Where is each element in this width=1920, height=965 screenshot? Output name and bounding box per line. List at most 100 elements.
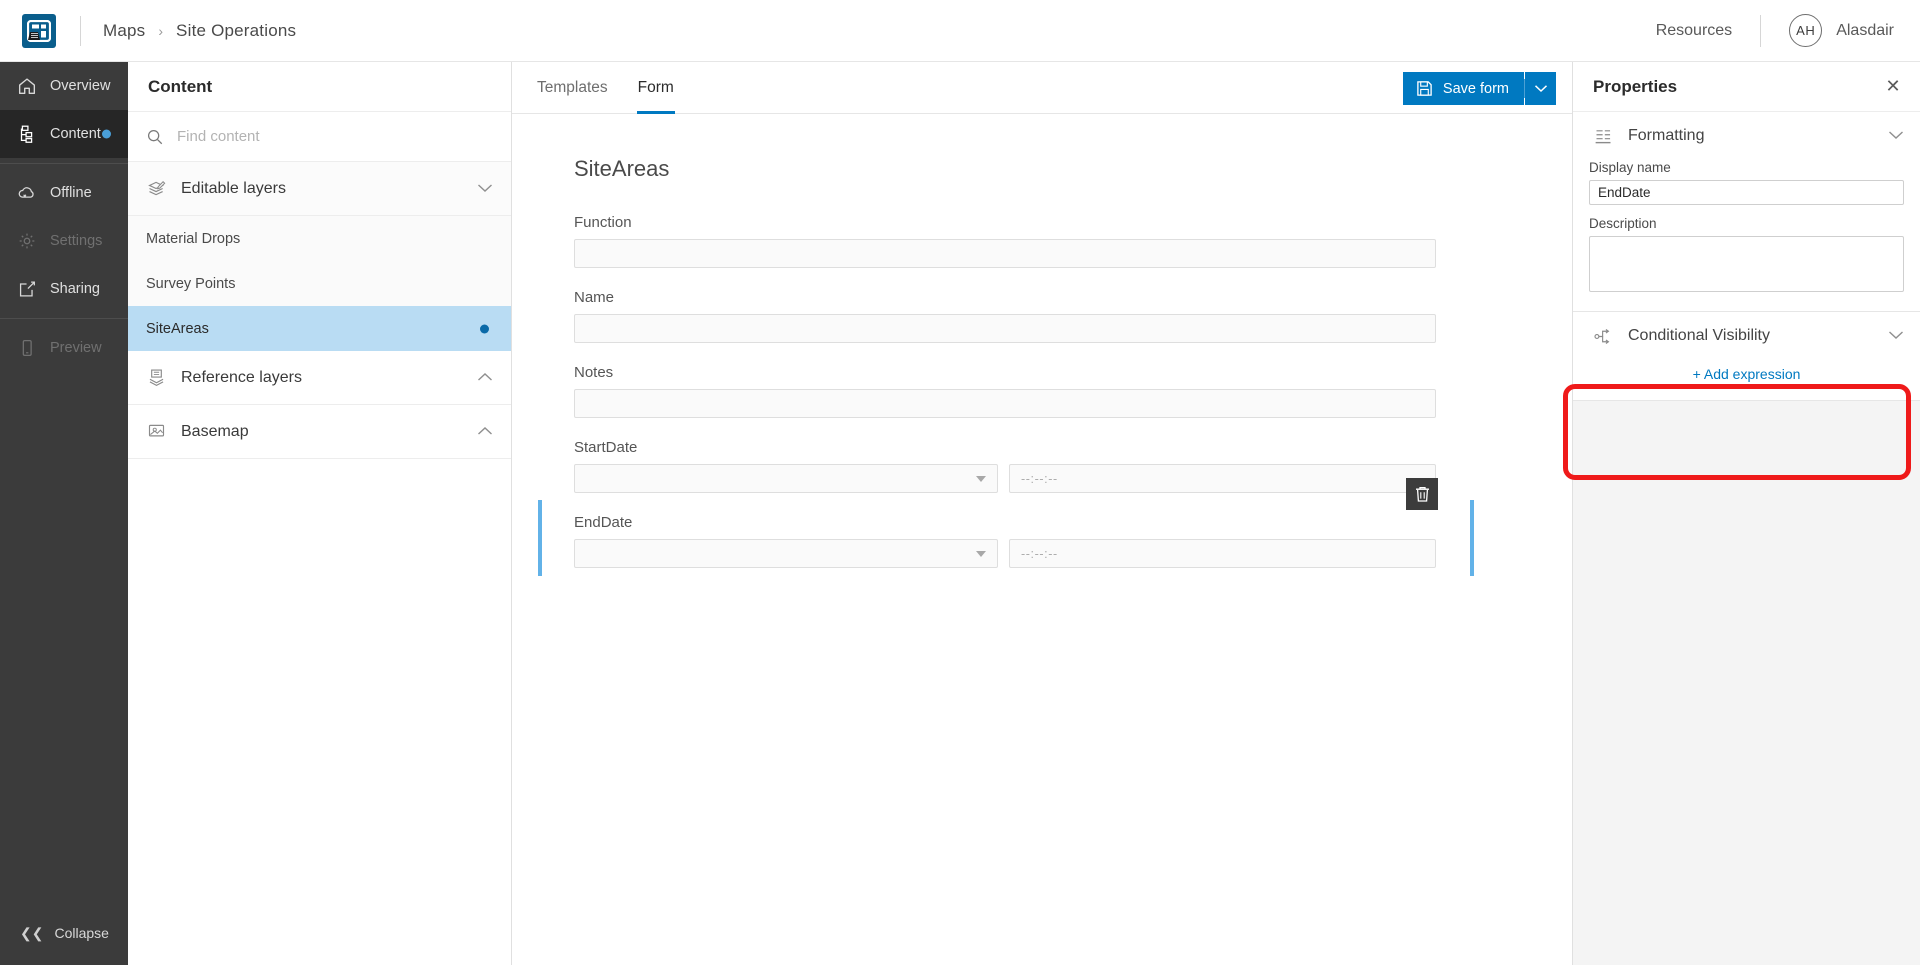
layer-item-siteareas[interactable]: SiteAreas bbox=[128, 306, 511, 351]
chevron-down-icon[interactable] bbox=[1888, 127, 1904, 145]
breadcrumb-separator-icon: › bbox=[158, 22, 164, 39]
chevron-down-icon bbox=[976, 550, 986, 557]
collapse-label: Collapse bbox=[54, 925, 109, 941]
conditional-visibility-section-header[interactable]: Conditional Visibility bbox=[1573, 312, 1920, 360]
enddate-date-select[interactable] bbox=[574, 539, 998, 568]
tab-templates[interactable]: Templates bbox=[522, 62, 623, 114]
sidebar-item-label: Offline bbox=[50, 185, 92, 201]
chevron-down-icon[interactable] bbox=[477, 180, 493, 198]
layer-item-material-drops[interactable]: Material Drops bbox=[128, 216, 511, 261]
breadcrumb-current[interactable]: Site Operations bbox=[176, 21, 296, 41]
notes-input[interactable] bbox=[574, 389, 1436, 418]
user-name[interactable]: Alasdair bbox=[1836, 22, 1894, 40]
function-input[interactable] bbox=[574, 239, 1436, 268]
field-label: Notes bbox=[574, 364, 614, 381]
form-canvas: SiteAreas Function Name Notes StartDate bbox=[512, 114, 1572, 576]
chevron-up-icon[interactable] bbox=[477, 423, 493, 441]
topbar-divider-2 bbox=[1760, 14, 1762, 47]
nav-divider-2 bbox=[0, 318, 128, 319]
properties-panel: Properties ✕ Formatting Display name End… bbox=[1563, 62, 1920, 965]
tab-bar: Templates Form Save form bbox=[512, 62, 1572, 114]
close-icon[interactable]: ✕ bbox=[1880, 74, 1906, 100]
save-form-dropdown-button[interactable] bbox=[1525, 72, 1556, 105]
formatting-icon bbox=[1595, 129, 1611, 143]
share-icon bbox=[19, 281, 35, 297]
properties-title: Properties bbox=[1593, 76, 1678, 96]
main-area: Templates Form Save form SiteAreas Funct… bbox=[512, 62, 1572, 965]
collapse-sidebar-button[interactable]: ❮❮ Collapse bbox=[0, 913, 128, 953]
app-logo[interactable] bbox=[22, 13, 56, 48]
resources-link[interactable]: Resources bbox=[1656, 22, 1732, 40]
name-input[interactable] bbox=[574, 314, 1436, 343]
mobile-preview-icon bbox=[22, 340, 32, 356]
sidebar-item-sharing[interactable]: Sharing bbox=[0, 265, 128, 313]
enddate-time-input[interactable]: --:--:-- bbox=[1009, 539, 1436, 568]
sidebar-item-preview: Preview bbox=[0, 324, 128, 372]
tab-form[interactable]: Form bbox=[623, 62, 689, 114]
chevron-down-icon bbox=[1534, 85, 1547, 93]
sidebar-item-offline[interactable]: Offline bbox=[0, 169, 128, 217]
form-title: SiteAreas bbox=[574, 156, 670, 181]
description-label: Description bbox=[1589, 216, 1657, 231]
section-label: Conditional Visibility bbox=[1628, 327, 1770, 344]
enddate-row: --:--:-- bbox=[574, 539, 1436, 568]
layer-label: Survey Points bbox=[146, 275, 236, 292]
nav-divider bbox=[0, 163, 128, 164]
form-field-notes: Notes bbox=[574, 364, 1436, 418]
properties-header: Properties ✕ bbox=[1573, 62, 1920, 112]
layer-item-survey-points[interactable]: Survey Points bbox=[128, 261, 511, 306]
group-label: Basemap bbox=[181, 422, 249, 440]
display-name-input[interactable] bbox=[1589, 180, 1904, 205]
startdate-time-input[interactable]: --:--:-- bbox=[1009, 464, 1436, 493]
group-reference-layers[interactable]: Reference layers bbox=[128, 351, 511, 405]
form-field-name: Name bbox=[574, 289, 1436, 343]
save-form-label: Save form bbox=[1442, 80, 1509, 97]
group-label: Editable layers bbox=[181, 179, 286, 197]
search-input[interactable] bbox=[177, 128, 493, 145]
sidebar-item-overview[interactable]: Overview bbox=[0, 62, 128, 110]
home-icon bbox=[18, 78, 36, 95]
sidebar-item-content[interactable]: Content bbox=[0, 110, 128, 158]
chevron-down-icon bbox=[976, 475, 986, 482]
description-field: Description bbox=[1573, 216, 1920, 297]
avatar[interactable]: AH bbox=[1789, 14, 1823, 47]
startdate-date-select[interactable] bbox=[574, 464, 998, 493]
delete-field-button[interactable] bbox=[1406, 478, 1438, 510]
chevron-double-left-icon: ❮❮ bbox=[20, 924, 44, 941]
sidebar-item-label: Overview bbox=[50, 78, 111, 94]
formatting-section-header[interactable]: Formatting bbox=[1573, 112, 1920, 160]
field-label: Function bbox=[574, 214, 632, 231]
form-field-function: Function bbox=[574, 214, 1436, 268]
content-panel: Content Editable layers Material Drops bbox=[128, 62, 512, 965]
cloud-offline-icon bbox=[18, 187, 34, 198]
basemap-icon bbox=[148, 424, 165, 437]
sidebar-item-label: Content bbox=[50, 126, 101, 142]
startdate-row: --:--:-- bbox=[574, 464, 1436, 493]
content-search-row bbox=[128, 112, 511, 162]
description-textarea[interactable] bbox=[1589, 236, 1904, 292]
conditional-visibility-icon bbox=[1594, 328, 1610, 344]
add-expression-link[interactable]: + Add expression bbox=[1573, 360, 1920, 386]
editable-layers-icon bbox=[148, 181, 166, 196]
save-form-button[interactable]: Save form bbox=[1402, 72, 1524, 105]
top-bar: Maps › Site Operations Resources AH Alas… bbox=[0, 0, 1920, 62]
selected-field-bar-left bbox=[538, 500, 542, 576]
gear-icon bbox=[19, 233, 35, 249]
layer-label: Material Drops bbox=[146, 230, 241, 247]
group-basemap[interactable]: Basemap bbox=[128, 405, 511, 459]
breadcrumb-root[interactable]: Maps bbox=[103, 21, 145, 41]
display-name-label: Display name bbox=[1589, 160, 1671, 175]
formatting-section: Formatting Display name Description bbox=[1573, 112, 1920, 312]
content-tree-icon bbox=[20, 125, 33, 143]
left-nav: Overview Content Offline Settings Sharin… bbox=[0, 62, 128, 965]
form-field-enddate: EndDate --:--:-- bbox=[538, 478, 1474, 576]
chevron-up-icon[interactable] bbox=[477, 369, 493, 387]
chevron-down-icon[interactable] bbox=[1888, 327, 1904, 345]
group-editable-layers[interactable]: Editable layers bbox=[128, 162, 511, 216]
content-status-dot bbox=[102, 129, 111, 139]
section-label: Formatting bbox=[1628, 127, 1705, 144]
layer-label: SiteAreas bbox=[146, 320, 209, 337]
field-label: EndDate bbox=[574, 514, 633, 531]
topbar-divider bbox=[80, 15, 81, 46]
